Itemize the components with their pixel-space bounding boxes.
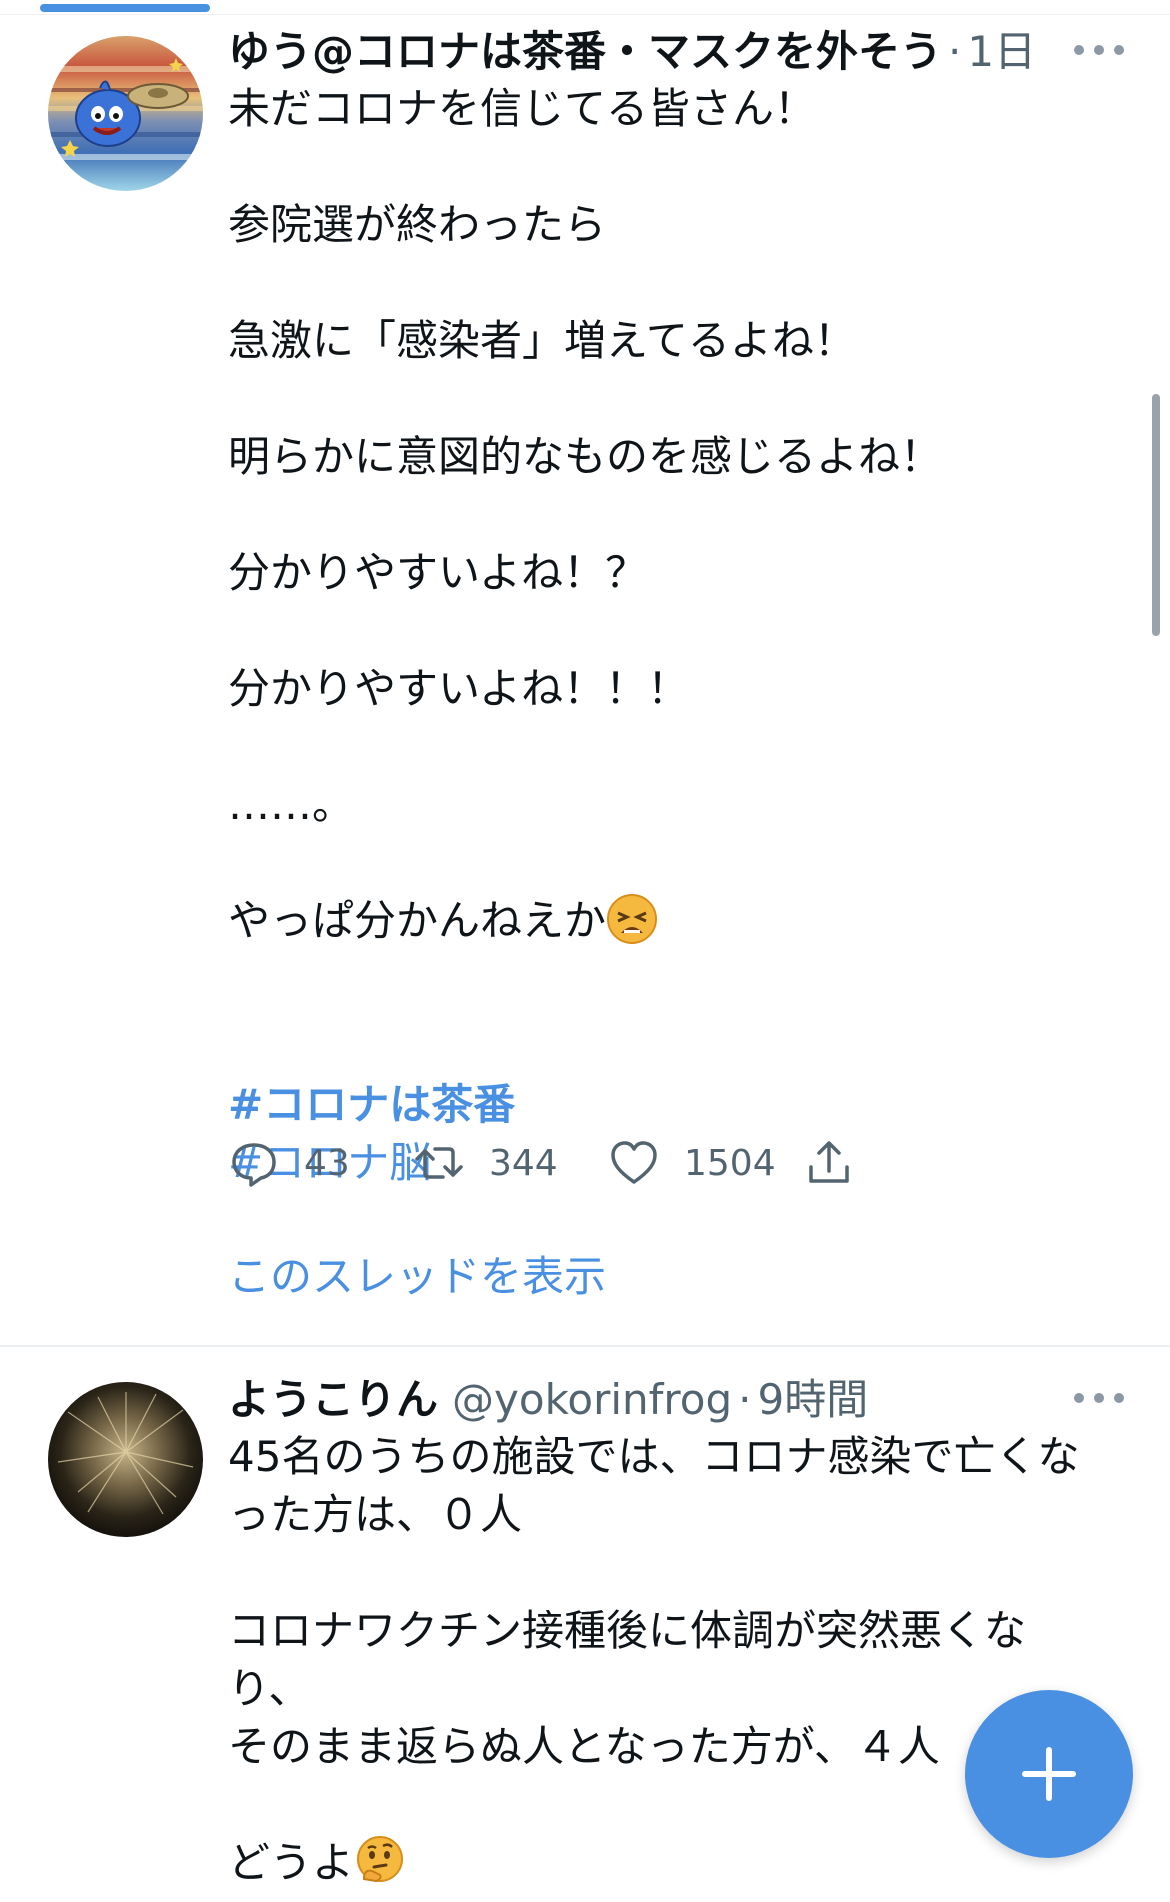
tweet-line: コロナワクチン接種後に体調が突然悪くなり、: [228, 1606, 1027, 1713]
share-icon: [809, 1141, 849, 1183]
like-button[interactable]: 1504: [608, 1128, 776, 1198]
more-options-icon[interactable]: [1074, 1388, 1124, 1408]
author-name[interactable]: ゆう@コロナは茶番・マスクを外そう: [228, 18, 942, 79]
retweet-icon: [415, 1147, 463, 1179]
action-bar: 43 344 1504: [228, 1128, 1008, 1198]
separator-dot: ·: [948, 27, 962, 76]
show-thread-link[interactable]: このスレッドを表示: [228, 1243, 606, 1304]
share-button[interactable]: [803, 1128, 855, 1198]
top-tab-indicator: [40, 4, 210, 12]
retweet-button[interactable]: 344: [413, 1128, 558, 1198]
scrollbar[interactable]: [1152, 394, 1160, 636]
timestamp[interactable]: 1日: [967, 18, 1036, 79]
tweet-line: 急激に「感染者」増えてるよね！: [228, 316, 856, 365]
like-count: 1504: [684, 1142, 776, 1184]
tweet-line: そのまま返らぬ人となった方が、４人: [228, 1722, 940, 1771]
tweet-line: やっぱ分かんねえか: [228, 896, 607, 945]
thinking-face-emoji: [354, 1835, 406, 1902]
reply-button[interactable]: 43: [228, 1128, 350, 1198]
tweet-line: 明らかに意図的なものを感じるよね！: [228, 432, 943, 481]
author-handle[interactable]: @yokorinfrog: [452, 1375, 732, 1424]
reply-icon: [232, 1143, 276, 1187]
retweet-count: 344: [489, 1142, 558, 1184]
more-options-icon[interactable]: [1074, 40, 1124, 60]
reply-count: 43: [304, 1142, 350, 1184]
compose-plus-icon: [1022, 1747, 1076, 1801]
author-name[interactable]: ようこりん: [228, 1366, 438, 1427]
tweet-line: どうよ: [228, 1838, 355, 1887]
tweet-line: った方は、０人: [228, 1490, 523, 1539]
separator-dot: ·: [738, 1375, 752, 1424]
avatar[interactable]: [48, 36, 203, 191]
timestamp[interactable]: 9時間: [758, 1366, 869, 1427]
tweet-line: 分かりやすいよね！？: [228, 548, 648, 597]
tweet-line: ……。: [228, 780, 355, 829]
tweet-line: 分かりやすいよね！！！: [228, 664, 690, 713]
tweet-line: 45名のうちの施設では、コロナ感染で亡くな: [228, 1432, 1080, 1481]
tweet-divider: [0, 1345, 1170, 1347]
like-icon: [611, 1141, 657, 1184]
tweet-line: 参院選が終わったら: [228, 200, 607, 249]
weary-face-emoji: [606, 893, 658, 960]
hashtag-link[interactable]: #コロナは茶番: [228, 1080, 515, 1129]
tweet-text: 未だコロナを信じてる皆さん！ 参院選が終わったら 急激に「感染者」増えてるよね！…: [228, 80, 1100, 1192]
tweet-line: 未だコロナを信じてる皆さん！: [228, 84, 817, 133]
compose-tweet-button[interactable]: [965, 1690, 1133, 1858]
avatar[interactable]: [48, 1382, 203, 1537]
tweet-header: ようこりん @yokorinfrog · 9時間: [228, 1366, 1090, 1424]
tweet-header: ゆう@コロナは茶番・マスクを外そう · 1日: [228, 18, 1090, 76]
tweet-text: 45名のうちの施設では、コロナ感染で亡くな った方は、０人 コロナワクチン接種後…: [228, 1428, 1100, 1902]
top-divider: [0, 14, 1170, 15]
